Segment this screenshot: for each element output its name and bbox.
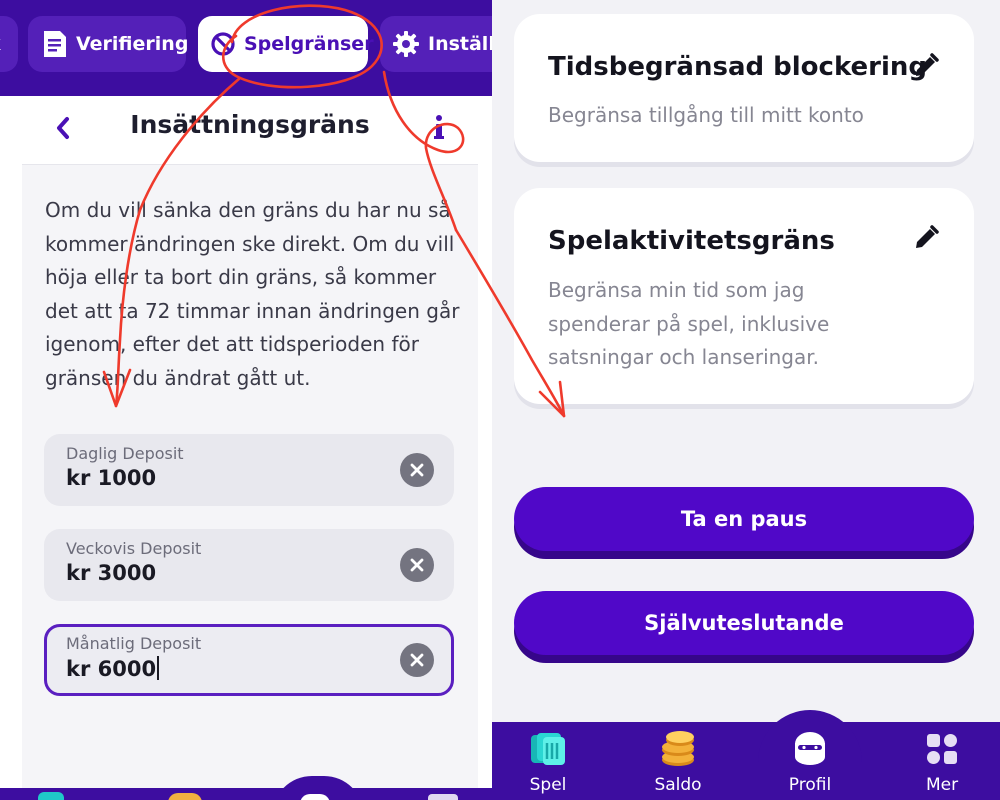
- time-block-title: Tidsbegränsad blockering: [548, 52, 928, 82]
- tab-partial-label: k: [0, 33, 1, 55]
- clear-daily-button[interactable]: [400, 453, 434, 487]
- self-exclusion-button[interactable]: Självuteslutande: [514, 591, 974, 655]
- bottom-nav-partial: [0, 788, 492, 800]
- tab-spelgranser-label: Spelgränser: [244, 33, 374, 55]
- monthly-deposit-field[interactable]: Månatlig Deposit kr 6000: [44, 624, 454, 696]
- document-icon: [42, 29, 68, 59]
- text-caret: [157, 656, 160, 680]
- tab-verifiering[interactable]: Verifiering: [28, 16, 189, 72]
- coins-icon-partial: [168, 793, 202, 800]
- activity-limit-card[interactable]: Spelaktivitetsgräns Begränsa min tid som…: [514, 188, 974, 404]
- tab-installningar[interactable]: Inställn: [380, 16, 492, 72]
- gear-icon: [392, 30, 420, 58]
- card-header: Insättningsgräns: [22, 96, 478, 165]
- deposit-limit-card: Insättningsgräns Om du vill sänka den gr…: [22, 96, 478, 800]
- tab-spel[interactable]: Spel: [498, 730, 598, 798]
- games-icon-partial: [38, 792, 64, 800]
- tab-spelgranser[interactable]: Spelgränser: [198, 16, 374, 72]
- monthly-deposit-label: Månatlig Deposit: [66, 634, 202, 653]
- avatar-icon-partial: [300, 794, 330, 800]
- close-icon: [410, 463, 424, 477]
- close-icon: [410, 653, 424, 667]
- grid-icon: [922, 730, 962, 768]
- tab-saldo[interactable]: Saldo: [628, 730, 728, 798]
- time-block-card[interactable]: Tidsbegränsad blockering Begränsa tillgå…: [514, 14, 974, 162]
- daily-deposit-field[interactable]: Daglig Deposit kr 1000: [44, 434, 454, 506]
- tab-mer[interactable]: Mer: [892, 730, 992, 798]
- grid-icon-partial: [428, 794, 458, 800]
- pencil-icon[interactable]: [912, 224, 940, 252]
- page-title: Insättningsgräns: [130, 110, 370, 139]
- clear-weekly-button[interactable]: [400, 548, 434, 582]
- close-icon: [410, 558, 424, 572]
- take-break-button[interactable]: Ta en paus: [514, 487, 974, 551]
- tab-mer-label: Mer: [925, 775, 959, 795]
- tab-spel-label: Spel: [529, 775, 567, 795]
- pencil-icon[interactable]: [912, 52, 940, 80]
- monthly-deposit-text: kr 6000: [66, 657, 157, 681]
- weekly-deposit-value[interactable]: kr 3000: [66, 561, 366, 585]
- games-icon: [528, 730, 568, 768]
- daily-deposit-value[interactable]: kr 1000: [66, 466, 366, 490]
- coins-icon: [658, 730, 698, 768]
- left-screenshot: k Verifiering Spelgränser: [0, 0, 492, 800]
- weekly-deposit-label: Veckovis Deposit: [66, 539, 202, 558]
- tab-profil[interactable]: Profil: [760, 730, 860, 798]
- activity-limit-description: Begränsa min tid som jag spenderar på sp…: [548, 278, 830, 369]
- right-screenshot: Tidsbegränsad blockering Begränsa tillgå…: [492, 0, 1000, 800]
- info-button[interactable]: [426, 108, 452, 148]
- limits-icon: [210, 31, 236, 57]
- tab-partial[interactable]: k: [0, 16, 18, 72]
- activity-limit-title: Spelaktivitetsgräns: [548, 226, 835, 256]
- limit-description: Om du vill sänka den gräns du har nu så …: [45, 198, 460, 390]
- daily-deposit-label: Daglig Deposit: [66, 444, 184, 463]
- tab-installningar-label: Inställn: [428, 33, 492, 55]
- weekly-deposit-field[interactable]: Veckovis Deposit kr 3000: [44, 529, 454, 601]
- time-block-description: Begränsa tillgång till mitt konto: [548, 103, 864, 127]
- avatar-icon: [790, 730, 830, 768]
- top-navigation: k Verifiering Spelgränser: [0, 0, 492, 96]
- monthly-deposit-value[interactable]: kr 6000: [66, 656, 366, 681]
- info-icon: [434, 115, 444, 139]
- tab-profil-label: Profil: [788, 775, 832, 795]
- tab-saldo-label: Saldo: [654, 775, 702, 795]
- clear-monthly-button[interactable]: [400, 643, 434, 677]
- tab-verifiering-label: Verifiering: [76, 33, 189, 55]
